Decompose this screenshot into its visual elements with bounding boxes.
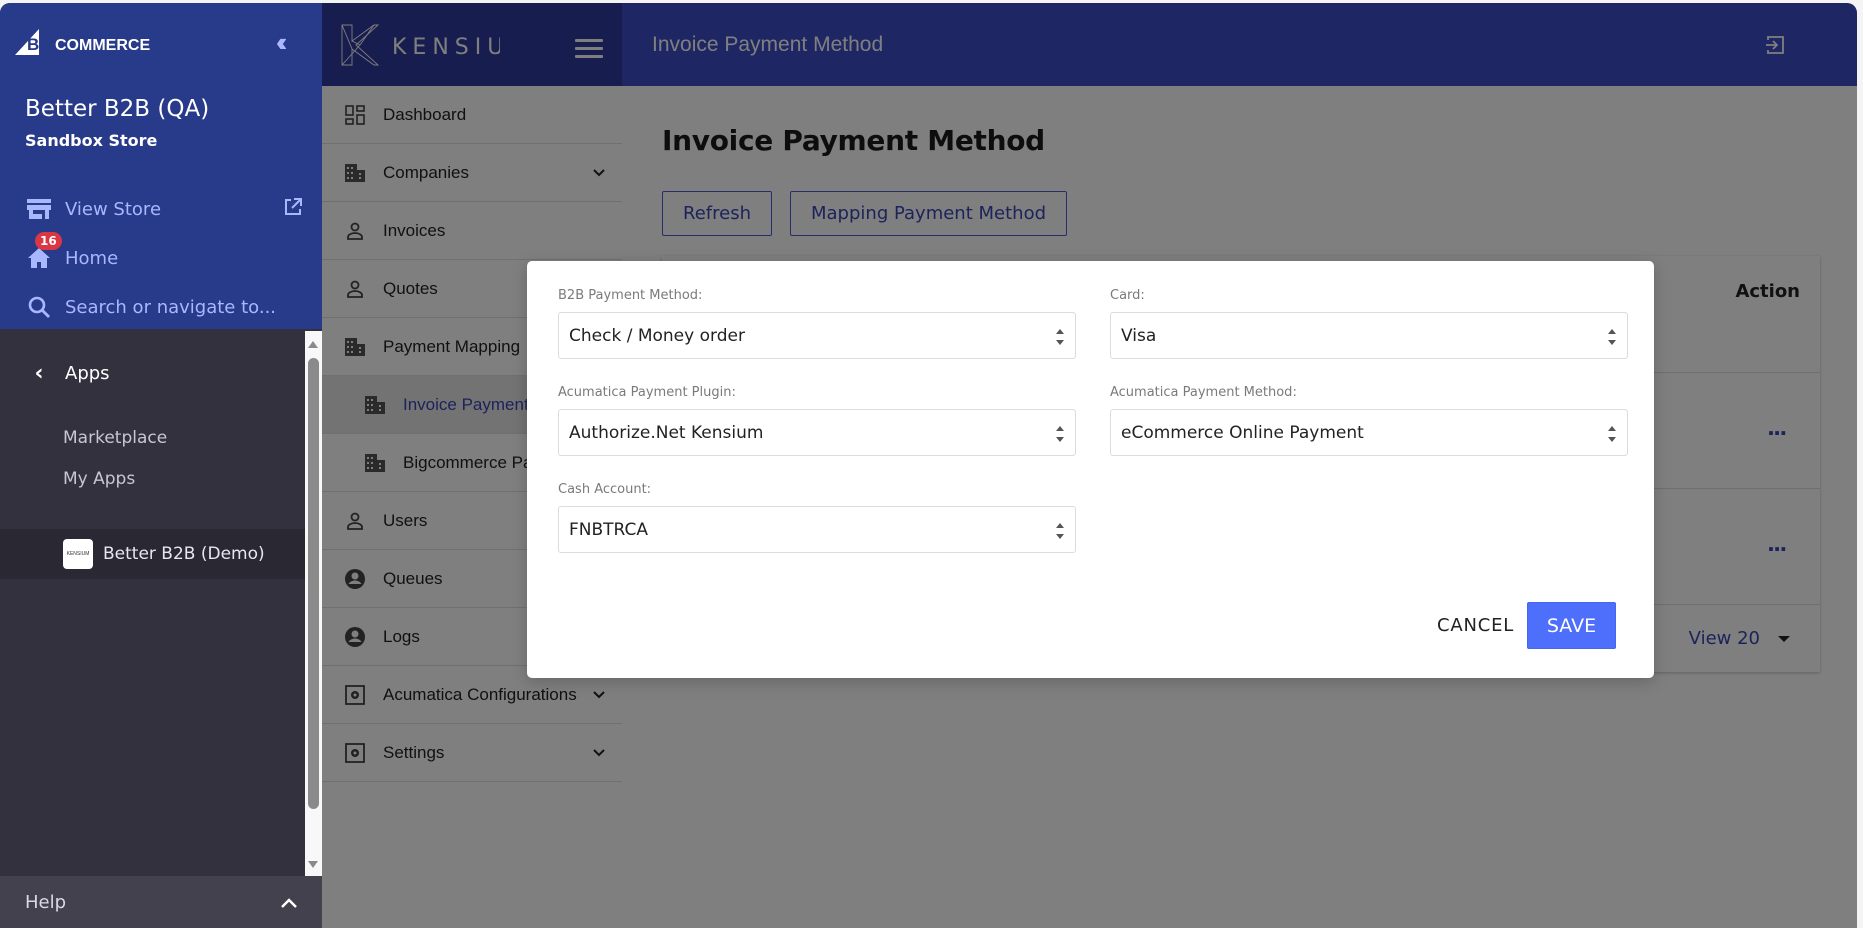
chevron-up-icon bbox=[281, 892, 297, 913]
scroll-down-icon[interactable] bbox=[308, 861, 318, 868]
acumatica-payment-plugin-value: Authorize.Net Kensium bbox=[569, 422, 764, 443]
cancel-button[interactable]: CANCEL bbox=[1425, 602, 1526, 648]
help-label: Help bbox=[25, 891, 67, 913]
select-arrows-icon bbox=[1056, 523, 1064, 539]
select-arrows-icon bbox=[1056, 329, 1064, 345]
search-icon bbox=[25, 293, 53, 321]
help-section[interactable]: Help bbox=[0, 876, 322, 928]
kensium-app-thumbnail: KENSIUM bbox=[63, 539, 93, 569]
acumatica-payment-method-select[interactable]: eCommerce Online Payment bbox=[1110, 409, 1628, 456]
search-placeholder: Search or navigate to... bbox=[65, 296, 277, 318]
search-navigate[interactable]: Search or navigate to... bbox=[25, 293, 276, 321]
bigcommerce-logo[interactable]: BIG COMMERCE bbox=[15, 25, 165, 59]
card-select[interactable]: Visa bbox=[1110, 312, 1628, 359]
external-link-icon[interactable] bbox=[283, 197, 303, 217]
storefront-icon bbox=[25, 195, 53, 223]
collapse-sidebar-icon[interactable]: ‹‹ bbox=[276, 27, 288, 58]
b2b-payment-method-label: B2B Payment Method: bbox=[558, 288, 703, 303]
sidebar-scrollbar[interactable] bbox=[305, 331, 322, 878]
notification-badge: 16 bbox=[35, 232, 62, 250]
store-name: Better B2B (QA) bbox=[25, 96, 210, 122]
active-app-item[interactable]: KENSIUM Better B2B (Demo) bbox=[0, 529, 305, 579]
select-arrows-icon bbox=[1608, 329, 1616, 345]
apps-label: Apps bbox=[65, 363, 110, 384]
scrollbar-thumb[interactable] bbox=[308, 358, 319, 809]
home-label: Home bbox=[65, 247, 119, 269]
cash-account-label: Cash Account: bbox=[558, 482, 652, 497]
edit-payment-mapping-dialog: B2B Payment Method: Check / Money order … bbox=[527, 261, 1654, 678]
acumatica-payment-method-label: Acumatica Payment Method: bbox=[1110, 385, 1297, 400]
cash-account-value: FNBTRCA bbox=[569, 519, 649, 540]
apps-back-link[interactable]: ‹ Apps bbox=[25, 361, 110, 386]
card-value: Visa bbox=[1121, 325, 1157, 346]
home-link[interactable]: 16 Home bbox=[25, 232, 119, 272]
store-type: Sandbox Store bbox=[25, 131, 158, 150]
svg-text:BIG: BIG bbox=[27, 35, 57, 54]
chevron-left-icon: ‹ bbox=[34, 361, 44, 386]
browser-frame: BIG COMMERCE ‹‹ Better B2B (QA) Sandbox … bbox=[0, 3, 1857, 928]
view-store-label: View Store bbox=[65, 198, 162, 220]
b2b-payment-method-value: Check / Money order bbox=[569, 325, 745, 346]
svg-text:COMMERCE: COMMERCE bbox=[55, 37, 150, 54]
acumatica-payment-plugin-select[interactable]: Authorize.Net Kensium bbox=[558, 409, 1076, 456]
card-label: Card: bbox=[1110, 288, 1145, 303]
scroll-up-icon[interactable] bbox=[308, 341, 318, 348]
cash-account-select[interactable]: FNBTRCA bbox=[558, 506, 1076, 553]
bigcommerce-sidebar: BIG COMMERCE ‹‹ Better B2B (QA) Sandbox … bbox=[0, 3, 322, 928]
active-app-label: Better B2B (Demo) bbox=[103, 544, 265, 564]
my-apps-link[interactable]: My Apps bbox=[63, 469, 135, 489]
select-arrows-icon bbox=[1608, 426, 1616, 442]
home-icon: 16 bbox=[25, 232, 62, 272]
bigcommerce-sidebar-top: BIG COMMERCE ‹‹ Better B2B (QA) Sandbox … bbox=[0, 3, 322, 329]
marketplace-link[interactable]: Marketplace bbox=[63, 428, 167, 448]
view-store-link[interactable]: View Store bbox=[25, 195, 161, 223]
acumatica-payment-method-value: eCommerce Online Payment bbox=[1121, 422, 1364, 443]
save-button[interactable]: SAVE bbox=[1527, 602, 1616, 649]
select-arrows-icon bbox=[1056, 426, 1064, 442]
acumatica-payment-plugin-label: Acumatica Payment Plugin: bbox=[558, 385, 736, 400]
b2b-payment-method-select[interactable]: Check / Money order bbox=[558, 312, 1076, 359]
